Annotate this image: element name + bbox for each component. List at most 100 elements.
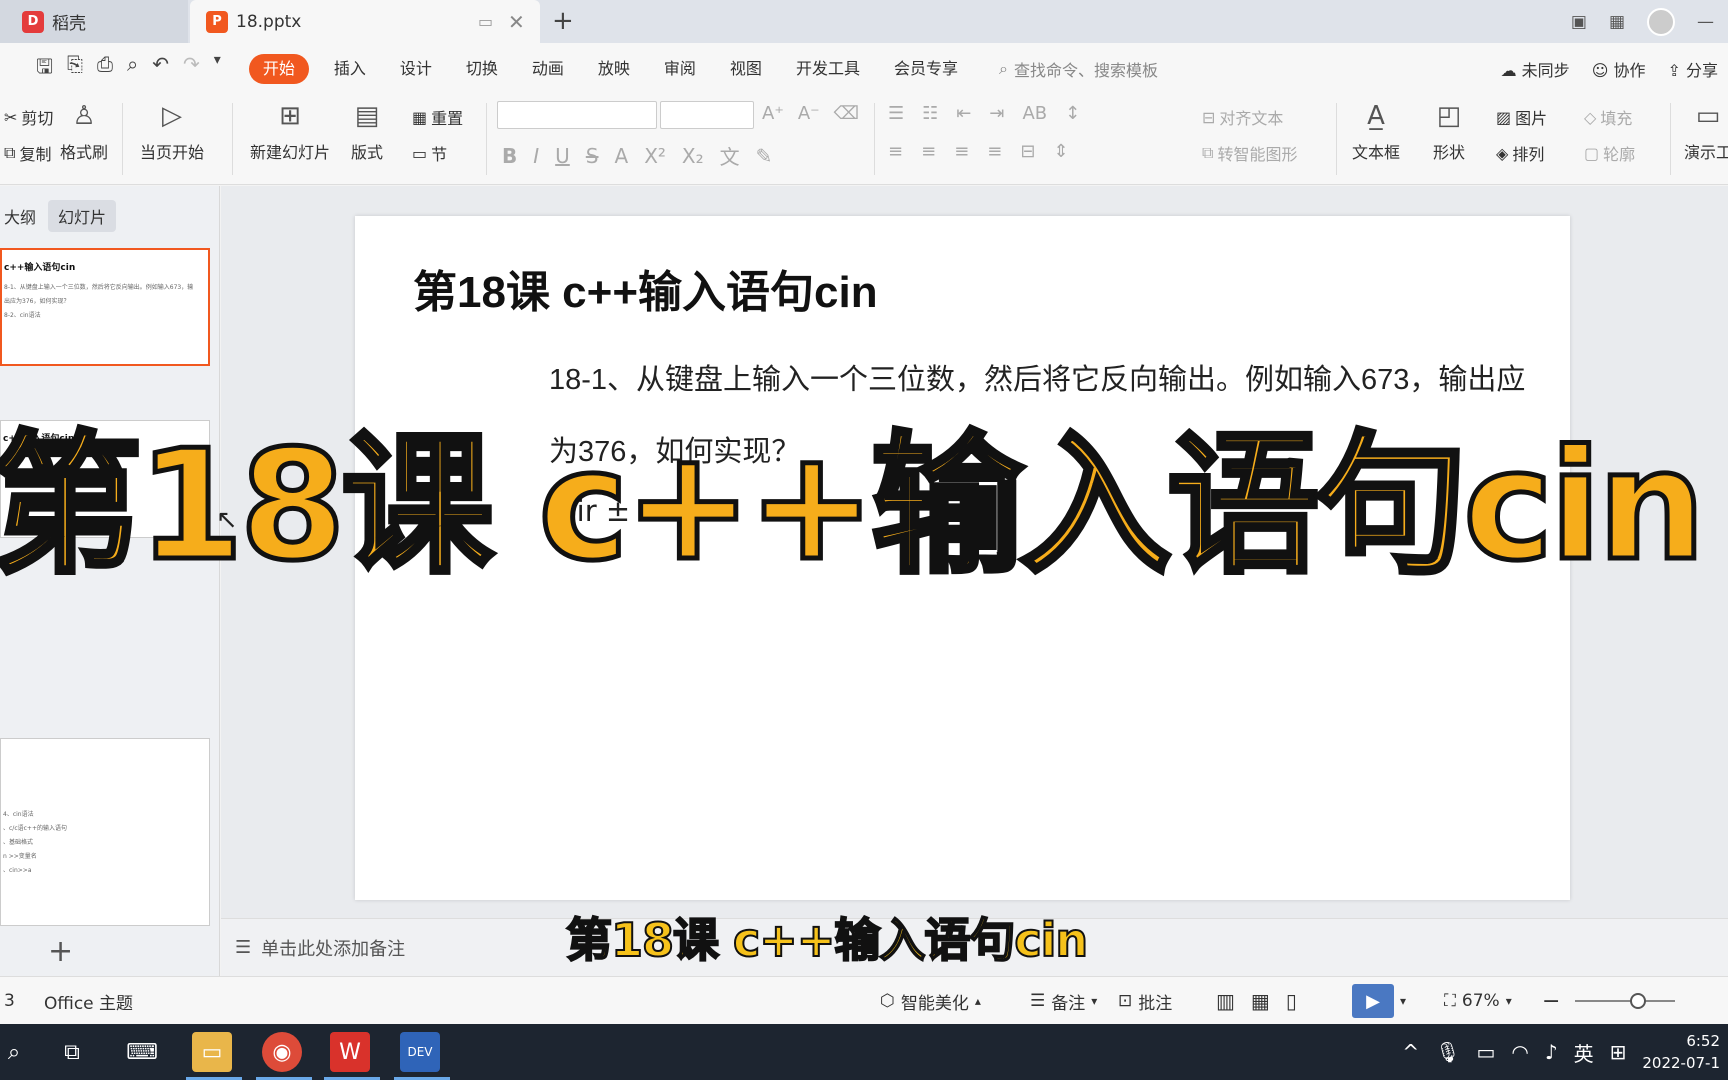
font-name-select[interactable]	[497, 101, 657, 129]
zoom-slider[interactable]	[1575, 1000, 1675, 1002]
ime-mode-icon[interactable]: ⊞	[1610, 1040, 1627, 1064]
redo-icon[interactable]: ↷	[183, 52, 200, 86]
tab-slides[interactable]: 幻灯片	[48, 200, 117, 232]
slide-thumbnail-1[interactable]: c++输入语句cin 8-1、从键盘上输入一个三位数，然后将它反向输出。例如输入…	[0, 248, 210, 366]
sort-icon[interactable]: ↕	[1065, 103, 1080, 124]
minimize-icon[interactable]: —	[1697, 12, 1714, 32]
decrease-indent-icon[interactable]: ⇤	[956, 103, 971, 124]
tab-docer-home[interactable]: D 稻壳	[0, 0, 188, 43]
new-tab-button[interactable]: +	[552, 6, 574, 36]
line-spacing-icon[interactable]: ⇕	[1053, 141, 1068, 162]
close-tab-icon[interactable]: ✕	[508, 10, 525, 34]
notes-toggle-button[interactable]: ☰ 备注 ▾	[1030, 977, 1097, 1025]
microphone-icon[interactable]: 🎙	[1435, 1040, 1460, 1064]
battery-icon[interactable]: ▭	[1476, 1040, 1495, 1064]
numbering-icon[interactable]: ☷	[922, 103, 938, 124]
share-button[interactable]: ⇪ 分享	[1667, 57, 1718, 81]
menu-tab-design[interactable]: 设计	[383, 54, 449, 84]
section-button[interactable]: ▭ 节	[412, 141, 447, 165]
tab-document[interactable]: P 18.pptx ▭ ✕	[190, 0, 540, 43]
tab-outline[interactable]: 大纲	[0, 204, 36, 228]
comments-button[interactable]: ⊡ 批注	[1118, 977, 1172, 1025]
italic-icon[interactable]: I	[533, 144, 539, 168]
subscript-icon[interactable]: X₂	[682, 144, 704, 168]
fill-button[interactable]: ◇ 填充	[1584, 105, 1632, 129]
app-grid-icon[interactable]: ▦	[1609, 12, 1625, 32]
reset-button[interactable]: ▦ 重置	[412, 105, 463, 129]
presentation-tool-button[interactable]: ▭ 演示工	[1684, 99, 1728, 163]
slide-thumbnail-3[interactable]: 4、cin语法 、c/c语c++的输入语句 、基础格式 n >>变量名 、cin…	[0, 738, 210, 926]
volume-icon[interactable]: ♪	[1545, 1040, 1558, 1064]
phonetic-icon[interactable]: 文	[720, 141, 740, 170]
user-avatar[interactable]	[1647, 7, 1675, 36]
print-icon[interactable]: ⎙	[97, 52, 113, 86]
picture-button[interactable]: ▨ 图片	[1496, 105, 1547, 129]
smart-shape-button[interactable]: ⧉ 转智能图形	[1202, 141, 1297, 165]
print-preview-icon[interactable]: ⌕	[127, 52, 138, 86]
reading-view-icon[interactable]: ▯	[1286, 989, 1297, 1013]
undo-icon[interactable]: ↶	[152, 52, 169, 86]
wifi-icon[interactable]: ◠	[1511, 1040, 1528, 1064]
add-slide-button[interactable]: +	[48, 934, 73, 969]
font-color-icon[interactable]: A	[615, 144, 629, 168]
export-pdf-icon[interactable]: ⎘	[67, 52, 83, 86]
clear-format-icon[interactable]: ⌫	[834, 103, 859, 124]
menu-tab-animation[interactable]: 动画	[515, 54, 581, 84]
grow-font-icon[interactable]: A⁺	[762, 103, 784, 124]
arrange-button[interactable]: ◈ 排列	[1496, 141, 1544, 165]
bullets-icon[interactable]: ☰	[888, 103, 904, 124]
text-direction-icon[interactable]: AB	[1022, 103, 1047, 124]
strikethrough-icon[interactable]: S	[586, 144, 599, 168]
zoom-slider-handle[interactable]	[1630, 993, 1646, 1009]
task-view-icon[interactable]: ⧉	[52, 1032, 92, 1072]
clock[interactable]: 6:52 2022-07-1	[1642, 1030, 1720, 1074]
slide-title[interactable]: 第18课 c++输入语句cin	[413, 256, 878, 320]
ime-indicator[interactable]: 英	[1574, 1038, 1594, 1067]
format-painter-button[interactable]: ♙ 格式刷	[60, 99, 108, 163]
normal-view-icon[interactable]: ▥	[1216, 989, 1235, 1013]
command-search[interactable]: ⌕ 查找命令、搜索模板	[999, 57, 1158, 81]
play-current-button[interactable]: ▷ 当页开始	[140, 99, 204, 163]
menu-tab-slideshow[interactable]: 放映	[581, 54, 647, 84]
chrome-icon[interactable]: ◉	[262, 1032, 302, 1072]
devcpp-icon[interactable]: DEV	[400, 1032, 440, 1072]
shrink-font-icon[interactable]: A⁻	[798, 103, 820, 124]
layout-button[interactable]: ▤ 版式	[350, 99, 384, 163]
customize-dropdown-icon[interactable]: ▾	[214, 52, 221, 86]
terminal-icon[interactable]: ⌨	[122, 1032, 162, 1072]
menu-tab-transition[interactable]: 切换	[449, 54, 515, 84]
slide-sorter-icon[interactable]: ▦	[1251, 989, 1270, 1013]
search-icon[interactable]: ⌕	[0, 1032, 34, 1072]
theme-name[interactable]: Office 主题	[44, 977, 133, 1025]
justify-icon[interactable]: ≡	[987, 141, 1002, 162]
font-size-select[interactable]	[660, 101, 754, 129]
increase-indent-icon[interactable]: ⇥	[989, 103, 1004, 124]
textbox-button[interactable]: A̲ 文本框	[1352, 99, 1400, 163]
smart-beautify-button[interactable]: ⬡ 智能美化 ▴	[880, 977, 981, 1025]
outline-button[interactable]: ▢ 轮廓	[1584, 141, 1635, 165]
align-left-icon[interactable]: ≡	[888, 141, 903, 162]
menu-tab-view[interactable]: 视图	[713, 54, 779, 84]
window-layout-icon[interactable]: ▣	[1571, 12, 1587, 32]
chevron-up-icon[interactable]: ^	[1402, 1040, 1419, 1064]
underline-icon[interactable]: U	[555, 144, 570, 168]
bold-icon[interactable]: B	[502, 144, 517, 168]
cut-button[interactable]: ✂ 剪切	[4, 105, 53, 129]
menu-tab-home[interactable]: 开始	[248, 54, 309, 84]
distribute-icon[interactable]: ⊟	[1020, 141, 1035, 162]
menu-tab-member[interactable]: 会员专享	[877, 54, 975, 84]
align-right-icon[interactable]: ≡	[954, 141, 969, 162]
copy-button[interactable]: ⧉ 复制	[4, 141, 51, 165]
zoom-control[interactable]: ⛶ 67% ▾	[1444, 977, 1512, 1025]
zoom-out-button[interactable]: −	[1542, 977, 1560, 1025]
collab-button[interactable]: ☺ 协作	[1592, 57, 1646, 81]
shape-button[interactable]: ◰ 形状	[1432, 99, 1466, 163]
align-text-button[interactable]: ⊟ 对齐文本	[1202, 105, 1283, 129]
new-slide-button[interactable]: ⊞ 新建幻灯片	[250, 99, 330, 163]
menu-tab-insert[interactable]: 插入	[317, 54, 383, 84]
align-center-icon[interactable]: ≡	[921, 141, 936, 162]
chevron-down-icon[interactable]: ▾	[1400, 994, 1406, 1008]
file-explorer-icon[interactable]: ▭	[192, 1032, 232, 1072]
menu-tab-review[interactable]: 审阅	[647, 54, 713, 84]
highlight-icon[interactable]: ✎	[756, 144, 773, 168]
